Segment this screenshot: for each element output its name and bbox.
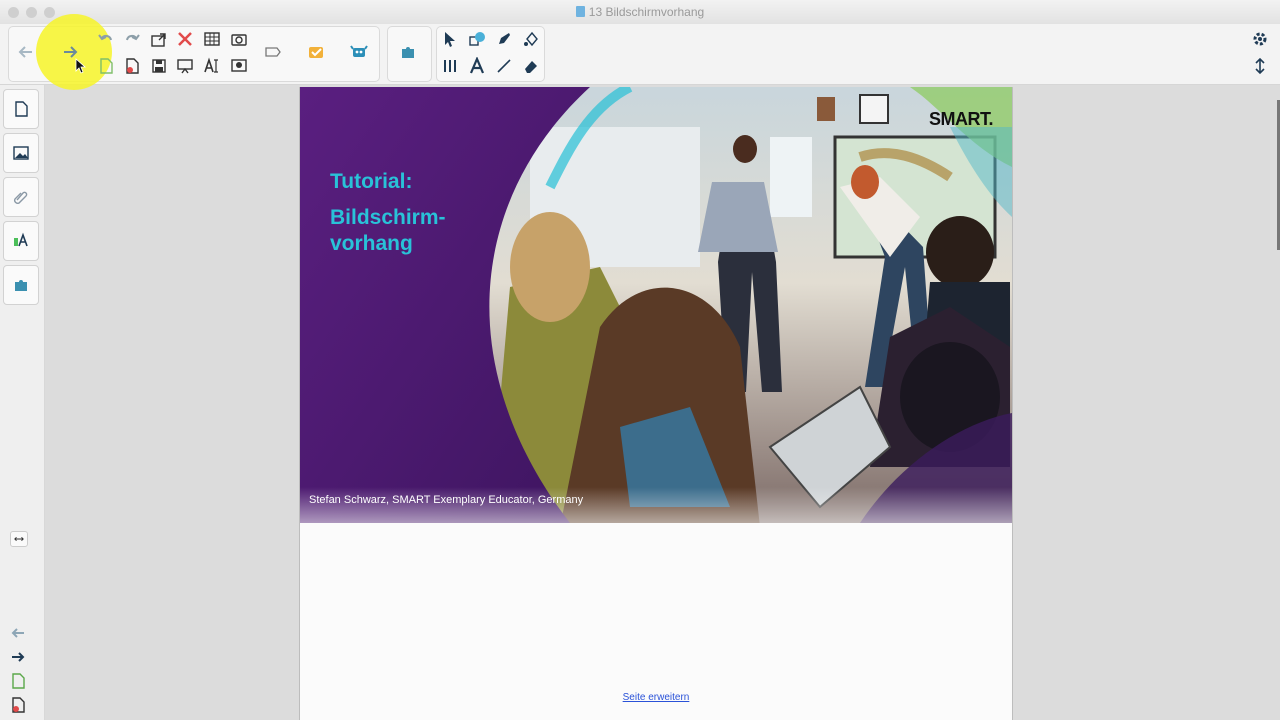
delete-page-button[interactable] — [120, 54, 144, 78]
save-icon — [152, 59, 166, 73]
eraser-tool-button[interactable] — [519, 54, 543, 78]
properties-icon — [14, 232, 28, 247]
response-button[interactable] — [304, 40, 328, 64]
slide-title: Tutorial: — [330, 170, 413, 193]
delete-page-icon — [126, 58, 139, 74]
delete-page-icon — [12, 697, 25, 713]
add-page-icon — [100, 58, 113, 74]
display-icon — [177, 59, 193, 74]
delete-icon — [178, 32, 192, 46]
window-title-wrap: 13 Bildschirmvorhang — [0, 5, 1280, 19]
text-tool-button[interactable] — [465, 54, 489, 78]
fill-icon — [524, 31, 538, 47]
window-titlebar: 13 Bildschirmvorhang — [0, 0, 1280, 25]
table-icon — [204, 32, 220, 46]
select-tool-button[interactable] — [438, 27, 462, 51]
slide-subtitle: Bildschirm- vorhang — [330, 205, 500, 257]
lines-tool-button[interactable] — [492, 54, 516, 78]
arrow-left-icon — [11, 628, 24, 638]
undo-button[interactable] — [94, 27, 118, 51]
undo-icon — [98, 34, 112, 41]
pen-icon — [499, 33, 510, 44]
capture-area-icon — [231, 59, 247, 72]
toolbar-right — [1241, 24, 1280, 84]
puzzle-icon — [402, 47, 414, 58]
add-page-icon — [12, 673, 25, 689]
lab-button[interactable] — [396, 40, 420, 64]
sidebar-previous-page-button[interactable] — [9, 624, 27, 642]
eraser-icon — [525, 61, 537, 73]
sidebar-next-page-button[interactable] — [9, 648, 27, 666]
arrow-right-icon — [12, 652, 25, 662]
line-icon — [497, 59, 511, 73]
gallery-tab[interactable] — [3, 133, 39, 173]
expand-arrows-icon — [14, 536, 24, 542]
extend-page-link[interactable]: Seite erweitern — [300, 692, 1012, 703]
addons-tab[interactable] — [3, 265, 39, 305]
measure-icon — [444, 60, 456, 72]
classroom-photo — [300, 87, 1012, 523]
monster-icon — [350, 45, 368, 57]
tag-button[interactable] — [261, 40, 285, 64]
open-file-button[interactable] — [147, 27, 171, 51]
mouse-pointer-icon — [68, 54, 92, 78]
page-sorter-tab[interactable] — [3, 89, 39, 129]
document-icon — [575, 6, 585, 17]
previous-page-button[interactable] — [14, 40, 38, 64]
sidebar-add-page-button[interactable] — [9, 672, 27, 690]
properties-tab[interactable] — [3, 221, 39, 261]
gallery-icon — [13, 146, 29, 160]
page-icon — [15, 101, 28, 117]
addons-button[interactable] — [347, 40, 371, 64]
expand-sidebar-button[interactable] — [10, 531, 28, 547]
text-icon — [469, 57, 485, 74]
text-recognition-icon — [204, 57, 218, 73]
capture-area-button[interactable] — [227, 54, 251, 78]
insert-table-button[interactable] — [200, 27, 224, 51]
select-icon — [445, 32, 455, 47]
camera-icon — [231, 34, 247, 46]
display-screens-button[interactable] — [173, 54, 197, 78]
open-file-icon — [151, 33, 166, 47]
tag-icon — [265, 47, 281, 57]
side-tab-bar — [0, 85, 45, 720]
paperclip-icon — [14, 191, 28, 204]
add-page-button[interactable] — [94, 54, 118, 78]
gear-icon — [1253, 32, 1267, 46]
puzzle-icon — [15, 280, 27, 291]
shapes-tool-button[interactable] — [465, 27, 489, 51]
redo-icon — [126, 34, 140, 41]
smart-logo: SMART. — [929, 109, 994, 129]
pens-tool-button[interactable] — [492, 27, 516, 51]
redo-button[interactable] — [120, 27, 144, 51]
up-down-arrows-icon — [1255, 57, 1265, 75]
save-button[interactable] — [147, 54, 171, 78]
slide-subtitle-text: Bildschirm- vorhang — [330, 206, 446, 255]
arrow-left-icon — [18, 46, 32, 58]
shapes-icon — [469, 32, 485, 46]
fill-tool-button[interactable] — [519, 27, 543, 51]
whiteboard-page[interactable]: Tutorial: Bildschirm- vorhang Stefan Sch… — [299, 87, 1013, 720]
measure-tool-button[interactable] — [438, 54, 462, 78]
window-title: 13 Bildschirmvorhang — [588, 5, 705, 19]
attachments-tab[interactable] — [3, 177, 39, 217]
title-slide-image: Tutorial: Bildschirm- vorhang Stefan Sch… — [300, 87, 1012, 523]
settings-button[interactable] — [1248, 27, 1272, 51]
delete-button[interactable] — [173, 27, 197, 51]
toolbar-position-button[interactable] — [1248, 54, 1272, 78]
screen-capture-button[interactable] — [227, 27, 251, 51]
sidebar-delete-page-button[interactable] — [9, 696, 27, 714]
text-recognition-button[interactable] — [200, 54, 224, 78]
response-icon — [309, 47, 323, 58]
slide-author: Stefan Schwarz, SMART Exemplary Educator… — [309, 494, 584, 506]
